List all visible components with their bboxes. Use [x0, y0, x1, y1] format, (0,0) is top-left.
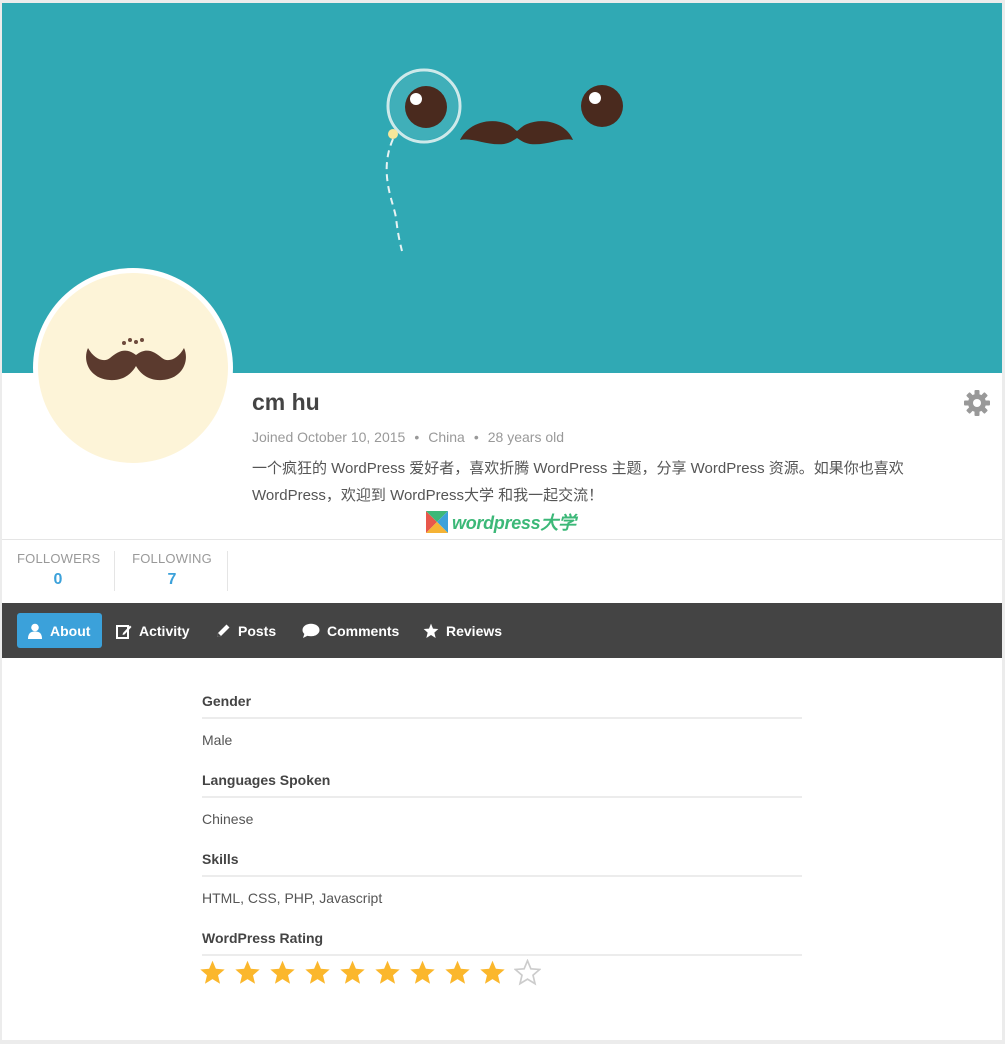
- profile-bio: 一个疯狂的 WordPress 爱好者，喜欢折腾 WordPress 主题，分享…: [252, 460, 904, 504]
- tab-about[interactable]: About: [17, 613, 102, 648]
- star-icon: [423, 623, 439, 638]
- rating-stars: [199, 959, 549, 986]
- watermark-text: wordpress大学: [452, 513, 576, 533]
- tab-reviews[interactable]: Reviews: [413, 613, 512, 648]
- tab-activity[interactable]: Activity: [106, 613, 200, 648]
- gender-value: Male: [202, 732, 233, 748]
- gender-title: Gender: [202, 693, 252, 709]
- tab-label: Posts: [238, 622, 277, 639]
- following-stat[interactable]: FOLLOWING 7: [132, 551, 212, 589]
- following-count: 7: [167, 571, 177, 588]
- star-filled-icon: [200, 960, 225, 984]
- languages-value: Chinese: [202, 811, 254, 827]
- wpu-logo-icon: [426, 511, 448, 533]
- star-filled-icon: [445, 960, 470, 984]
- stat-divider: [227, 551, 228, 591]
- tab-label: Activity: [139, 622, 190, 639]
- field-divider: [202, 717, 802, 719]
- field-divider: [202, 954, 802, 956]
- star-filled-icon: [270, 960, 295, 984]
- field-divider: [202, 875, 802, 877]
- followers-count: 0: [53, 571, 63, 588]
- field-divider: [202, 796, 802, 798]
- languages-title: Languages Spoken: [202, 772, 331, 788]
- profile-meta: Joined October 10, 2015 • China • 28 years o…: [252, 429, 565, 445]
- country: China: [428, 429, 465, 445]
- age: 28 years old: [487, 429, 565, 445]
- mustache-avatar-icon: [86, 338, 186, 381]
- star-filled-icon: [480, 960, 505, 984]
- user-icon: [28, 623, 42, 639]
- profile-name: cm hu: [252, 389, 320, 415]
- star-filled-icon: [340, 960, 365, 984]
- pencil-icon: [217, 624, 230, 637]
- followers-stat[interactable]: FOLLOWERS 0: [17, 551, 101, 589]
- profile-card: cm hu Joined October 10, 2015 • China • 28 y…: [2, 3, 1002, 1040]
- stat-divider: [114, 551, 115, 591]
- rating-title: WordPress Rating: [202, 930, 324, 946]
- star-filled-icon: [235, 960, 260, 984]
- star-filled-icon: [305, 960, 330, 984]
- joined-date: Joined October 10, 2015: [252, 429, 406, 445]
- star-empty-icon: [514, 959, 541, 986]
- tab-label: About: [50, 622, 91, 639]
- tab-posts[interactable]: Posts: [205, 613, 286, 648]
- watermark: wordpress大学: [426, 510, 576, 534]
- gear-icon[interactable]: [963, 389, 991, 417]
- following-label: FOLLOWING: [132, 551, 212, 566]
- star-filled-icon: [410, 960, 435, 984]
- tab-label: Comments: [327, 622, 400, 639]
- followers-label: FOLLOWERS: [17, 551, 101, 566]
- tab-label: Reviews: [446, 622, 503, 639]
- comment-icon: [302, 623, 320, 638]
- avatar[interactable]: [33, 268, 233, 468]
- tab-comments[interactable]: Comments: [292, 613, 409, 648]
- skills-value: HTML, CSS, PHP, Javascript: [202, 890, 383, 906]
- star-filled-icon: [375, 960, 400, 984]
- skills-title: Skills: [202, 851, 239, 867]
- profile-nav: About Activity Posts Comments Reviews: [2, 603, 1002, 658]
- header-divider: [2, 539, 1002, 540]
- edit-icon: [116, 624, 132, 639]
